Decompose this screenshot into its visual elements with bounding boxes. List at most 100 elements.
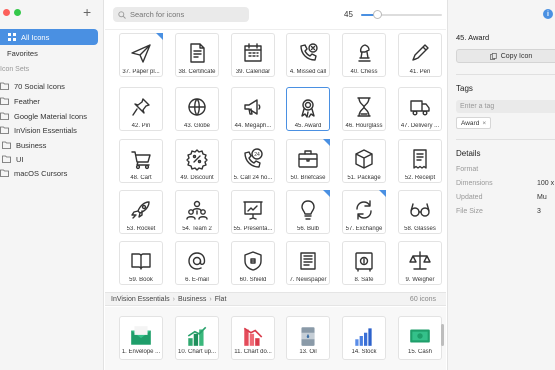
icon-label: 56. Bulb: [296, 226, 320, 232]
book-icon: [130, 250, 152, 277]
selected-icon-title: 45. Award: [456, 33, 490, 42]
sidebar: + All Icons Favorites Icon Sets 70 Socia…: [0, 0, 104, 370]
icon-label: 7. Newspaper: [289, 277, 327, 283]
detail-value: Mu: [537, 194, 547, 201]
icon-label: 6. E-mail: [185, 277, 209, 283]
package-icon: [353, 148, 375, 175]
icon-label: 44. Megaph...: [234, 123, 272, 129]
slider-knob[interactable]: [373, 10, 383, 19]
discount-icon: [186, 148, 208, 175]
chevron-right-icon: ›: [172, 296, 175, 303]
divider: [456, 74, 555, 75]
detail-row: Dimensions 100 x: [456, 180, 555, 187]
breadcrumb-item[interactable]: Business: [178, 296, 206, 303]
sidebar-item-set[interactable]: InVision Essentials: [0, 122, 98, 138]
remove-tag-icon[interactable]: ×: [482, 120, 486, 127]
bulb-icon: [297, 199, 319, 226]
badge-corner: [379, 190, 386, 197]
sidebar-item-favorites[interactable]: Favorites: [0, 45, 98, 61]
icon-label: 9. Weigher: [405, 277, 435, 283]
pin-icon: [130, 96, 152, 123]
sidebar-item-set[interactable]: Feather: [0, 93, 98, 109]
app-window: + All Icons Favorites Icon Sets 70 Socia…: [0, 0, 555, 370]
icon-label: 38. Certificate: [178, 69, 216, 75]
tag-label: Award: [461, 119, 480, 127]
award-icon: [297, 96, 319, 123]
icon-size-slider[interactable]: [361, 10, 442, 19]
breadcrumb: InVision Essentials › Business › Flat: [111, 296, 226, 303]
detail-value: 3: [537, 208, 541, 215]
receipt-icon: [409, 148, 431, 175]
sidebar-item-all-icons[interactable]: All Icons: [0, 29, 98, 45]
folder-icon: [2, 141, 11, 150]
flat-icon-grid: 1. Envelope ... 10. Chart up... 11. Chart …: [105, 307, 446, 370]
sidebar-item-label: macOS Cursors: [14, 168, 68, 178]
copy-icon-button[interactable]: Copy Icon: [456, 49, 555, 63]
set-header-bar: InVision Essentials › Business › Flat 60…: [105, 292, 446, 306]
badge-corner: [156, 33, 163, 40]
icon-label: 8. Safe: [354, 277, 374, 283]
icon-label: 42. Pin: [131, 123, 151, 129]
chevron-right-icon: ›: [209, 296, 212, 303]
icon-label: 45. Award: [294, 123, 322, 129]
detail-row: File Size 3: [456, 208, 555, 215]
zoom-window-button[interactable]: [14, 9, 21, 16]
details-panel: i 45. Award Copy Icon Tags Enter a tag A…: [447, 0, 555, 370]
folder-icon: [0, 126, 9, 135]
breadcrumb-item[interactable]: InVision Essentials: [111, 296, 170, 303]
info-icon[interactable]: i: [543, 9, 553, 19]
details-heading: Details: [456, 149, 481, 158]
badge-corner: [323, 190, 330, 197]
scales-icon: [409, 250, 431, 277]
icon-label: 11. Chart do...: [234, 349, 272, 355]
folder-icon: [2, 155, 11, 164]
icon-label: 1. Envelope ...: [121, 349, 161, 355]
folder-icon: [0, 112, 9, 121]
sidebar-item-label: Business: [16, 140, 47, 150]
sidebar-item-label: Feather: [14, 96, 40, 106]
safe-icon: [353, 250, 375, 277]
icon-label: 50. Briefcase: [290, 175, 326, 181]
sidebar-item-label: All Icons: [21, 32, 50, 42]
sidebar-item-set[interactable]: 70 Social Icons: [0, 78, 98, 94]
icon-label: 39. Calendar: [235, 69, 271, 75]
pen-icon: [409, 42, 431, 69]
icon-label: 41. Pen: [409, 69, 431, 75]
missed-call-icon: [297, 42, 319, 69]
icon-label: 52. Receipt: [404, 175, 436, 181]
breadcrumb-item[interactable]: Flat: [215, 296, 227, 303]
detail-value: 100 x: [537, 180, 555, 187]
grid-icon: [7, 33, 16, 42]
folder-icon: [0, 169, 9, 178]
cart-icon: [130, 148, 152, 175]
tag-input[interactable]: Enter a tag: [456, 100, 555, 113]
svg-text:24: 24: [254, 152, 260, 158]
icon-label: 43. Globe: [183, 123, 211, 129]
icon-label: 13. Oil: [299, 349, 317, 355]
detail-key: Dimensions: [456, 180, 493, 187]
search-icon: [118, 10, 126, 19]
icon-sets-heading: Icon Sets: [0, 66, 30, 73]
tag-chip[interactable]: Award ×: [456, 117, 492, 129]
scrollbar[interactable]: [441, 324, 444, 346]
icon-grid: 37. Paper pl... 38. Certificate 39. Calend…: [105, 30, 446, 290]
add-set-button[interactable]: +: [83, 5, 91, 19]
window-controls: [3, 9, 21, 16]
icon-label: 54. Team 2: [182, 226, 212, 232]
detail-row: Format: [456, 166, 555, 173]
glasses-icon: [409, 199, 431, 226]
sidebar-item-set[interactable]: macOS Cursors: [0, 165, 98, 181]
tags-heading: Tags: [456, 84, 473, 93]
search-box[interactable]: [113, 7, 249, 22]
close-window-button[interactable]: [3, 9, 10, 16]
icon-label: 48. Cart: [130, 175, 152, 181]
calendar-icon: [242, 42, 264, 69]
detail-key: File Size: [456, 208, 483, 215]
icon-label: 15. Cash: [407, 349, 432, 355]
icon-label: 55. Presenta...: [233, 226, 273, 232]
icon-size-value: 45: [344, 10, 353, 19]
folder-icon: [0, 82, 9, 91]
search-input[interactable]: [130, 10, 240, 19]
icon-label: 57. Exchange: [345, 226, 383, 232]
detail-row: Updated Mu: [456, 194, 555, 201]
